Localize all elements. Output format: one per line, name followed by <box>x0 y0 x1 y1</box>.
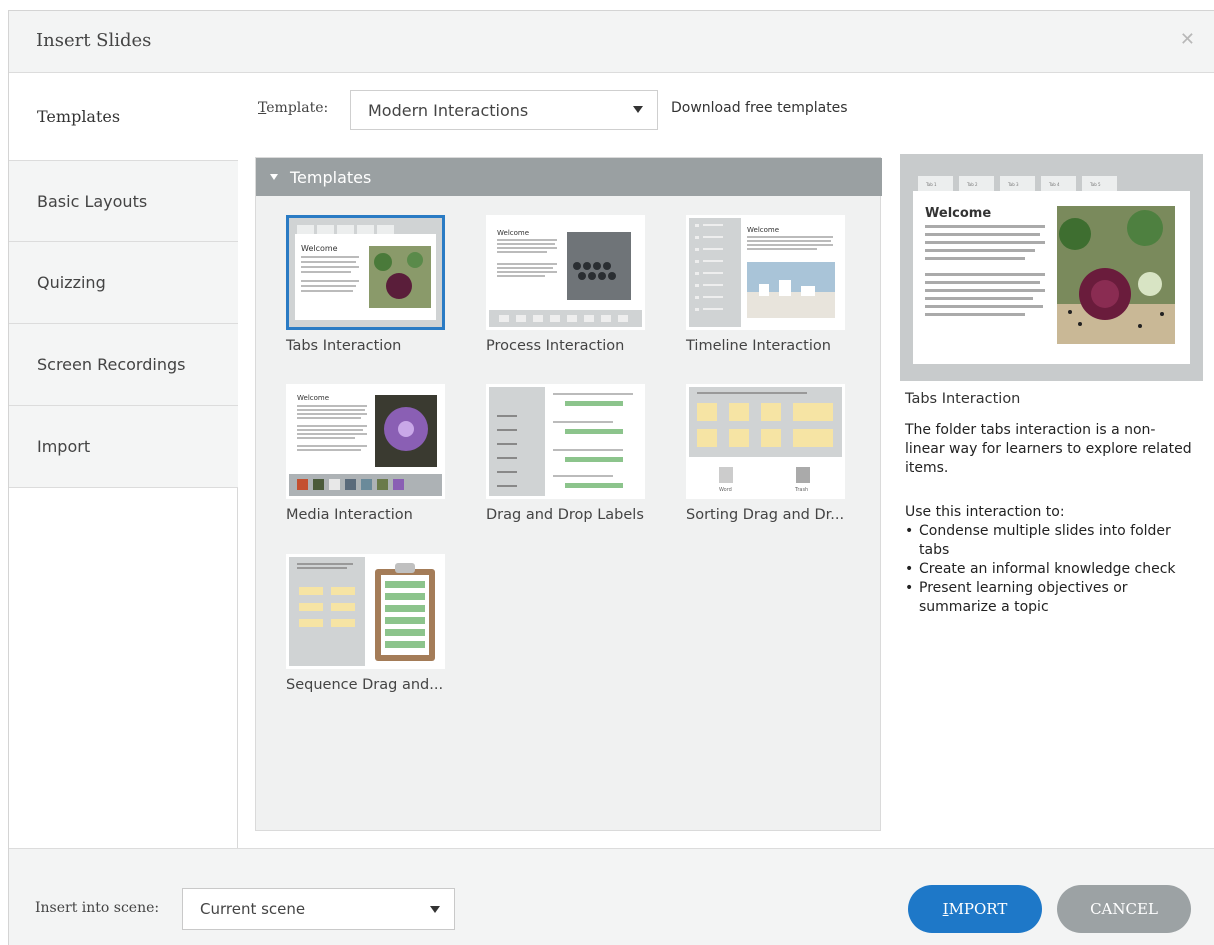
dialog-footer: Insert into scene: Current scene I MPORT … <box>9 848 1214 945</box>
chevron-down-icon <box>430 906 440 913</box>
thumbnail: Welcome <box>286 384 445 499</box>
tile-label: Drag and Drop Labels <box>486 507 644 523</box>
tile-tabs-interaction[interactable]: Welcome Tabs Interaction <box>286 215 451 354</box>
thumbnail: Word Trash <box>686 384 845 499</box>
sidebar-item-screen-recordings[interactable]: Screen Recordings <box>9 324 238 406</box>
sidebar: Templates Basic Layouts Quizzing Screen … <box>9 73 239 848</box>
download-templates-link[interactable]: Download free templates <box>671 100 848 116</box>
sidebar-item-label: Basic Layouts <box>37 191 148 211</box>
svg-text:Welcome: Welcome <box>747 226 779 234</box>
template-preview: Welcome Tab 1 Tab 2 Tab 3 Tab 4 Tab 5 <box>900 154 1203 381</box>
list-item: Condense multiple slides into folder tab… <box>905 522 1195 560</box>
sidebar-item-basic-layouts[interactable]: Basic Layouts <box>9 160 238 242</box>
insert-into-scene-label: Insert into scene: <box>35 900 160 916</box>
tile-label: Sequence Drag and... <box>286 677 444 693</box>
thumbnail <box>486 384 645 499</box>
dialog-title: Insert Slides <box>36 30 152 51</box>
template-select-value: Modern Interactions <box>368 100 529 120</box>
preview-description: The folder tabs interaction is a non-lin… <box>905 422 1192 476</box>
svg-text:Tab 1: Tab 1 <box>925 182 937 187</box>
thumbnail: Welcome <box>286 215 445 330</box>
list-item: Create an informal knowledge check <box>905 560 1195 579</box>
sidebar-item-label: Screen Recordings <box>37 355 186 374</box>
tile-drag-and-drop-labels[interactable]: Drag and Drop Labels <box>486 384 651 523</box>
svg-text:Welcome: Welcome <box>925 206 991 221</box>
cancel-button[interactable]: CANCEL <box>1057 885 1191 933</box>
close-icon[interactable]: ✕ <box>1180 29 1195 50</box>
tile-sorting-drag-and-drop[interactable]: Word Trash Sorting Drag and Dr... <box>686 384 851 523</box>
svg-text:Welcome: Welcome <box>297 394 329 402</box>
gallery-header-label: Templates <box>290 167 372 187</box>
sidebar-item-label: Quizzing <box>37 273 106 292</box>
tile-timeline-interaction[interactable]: Welcome Timeline Interaction <box>686 215 851 354</box>
tile-label: Timeline Interaction <box>686 338 831 354</box>
thumbnail <box>286 554 445 669</box>
tile-process-interaction[interactable]: Welcome Process Interaction <box>486 215 651 354</box>
template-gallery: Templates Welcome Tabs Interaction Welco… <box>255 157 882 831</box>
tile-label: Process Interaction <box>486 338 625 354</box>
list-item: Present learning objectives or summarize… <box>905 579 1195 617</box>
tile-label: Sorting Drag and Dr... <box>686 507 845 523</box>
dialog-titlebar: Insert Slides ✕ <box>9 11 1214 73</box>
tile-media-interaction[interactable]: Welcome Media Interaction <box>286 384 451 523</box>
scene-select[interactable]: Current scene <box>182 888 455 930</box>
thumbnail: Welcome <box>686 215 845 330</box>
sidebar-item-quizzing[interactable]: Quizzing <box>9 242 238 324</box>
svg-text:Tab 3: Tab 3 <box>1007 182 1019 187</box>
preview-title: Tabs Interaction <box>905 391 1021 407</box>
sidebar-item-templates[interactable]: Templates <box>9 73 239 160</box>
gallery-header[interactable]: Templates <box>256 158 882 196</box>
import-button[interactable]: I MPORT <box>908 885 1042 933</box>
collapse-triangle-icon <box>270 174 278 180</box>
chevron-down-icon <box>633 106 643 113</box>
scene-select-value: Current scene <box>200 900 306 918</box>
svg-text:Tab 2: Tab 2 <box>966 182 978 187</box>
tile-label: Media Interaction <box>286 507 413 523</box>
svg-text:Welcome: Welcome <box>301 244 338 253</box>
sidebar-item-import[interactable]: Import <box>9 406 238 488</box>
svg-text:Tab 5: Tab 5 <box>1089 182 1101 187</box>
svg-text:Word: Word <box>719 487 732 493</box>
template-label: Template: <box>258 100 329 116</box>
svg-text:Trash: Trash <box>794 487 808 493</box>
insert-slides-dialog: Insert Slides ✕ Templates Basic Layouts … <box>8 10 1214 945</box>
preview-use-heading: Use this interaction to: <box>905 504 1065 520</box>
sidebar-item-label: Templates <box>37 107 121 126</box>
svg-text:Welcome: Welcome <box>497 229 529 237</box>
preview-use-list: Condense multiple slides into folder tab… <box>905 522 1195 617</box>
tile-label: Tabs Interaction <box>286 338 402 354</box>
template-select[interactable]: Modern Interactions <box>350 90 658 130</box>
thumbnail: Welcome <box>486 215 645 330</box>
tile-sequence-drag-and-drop[interactable]: Sequence Drag and... <box>286 554 451 693</box>
sidebar-item-label: Import <box>37 437 91 456</box>
svg-text:Tab 4: Tab 4 <box>1048 182 1060 187</box>
